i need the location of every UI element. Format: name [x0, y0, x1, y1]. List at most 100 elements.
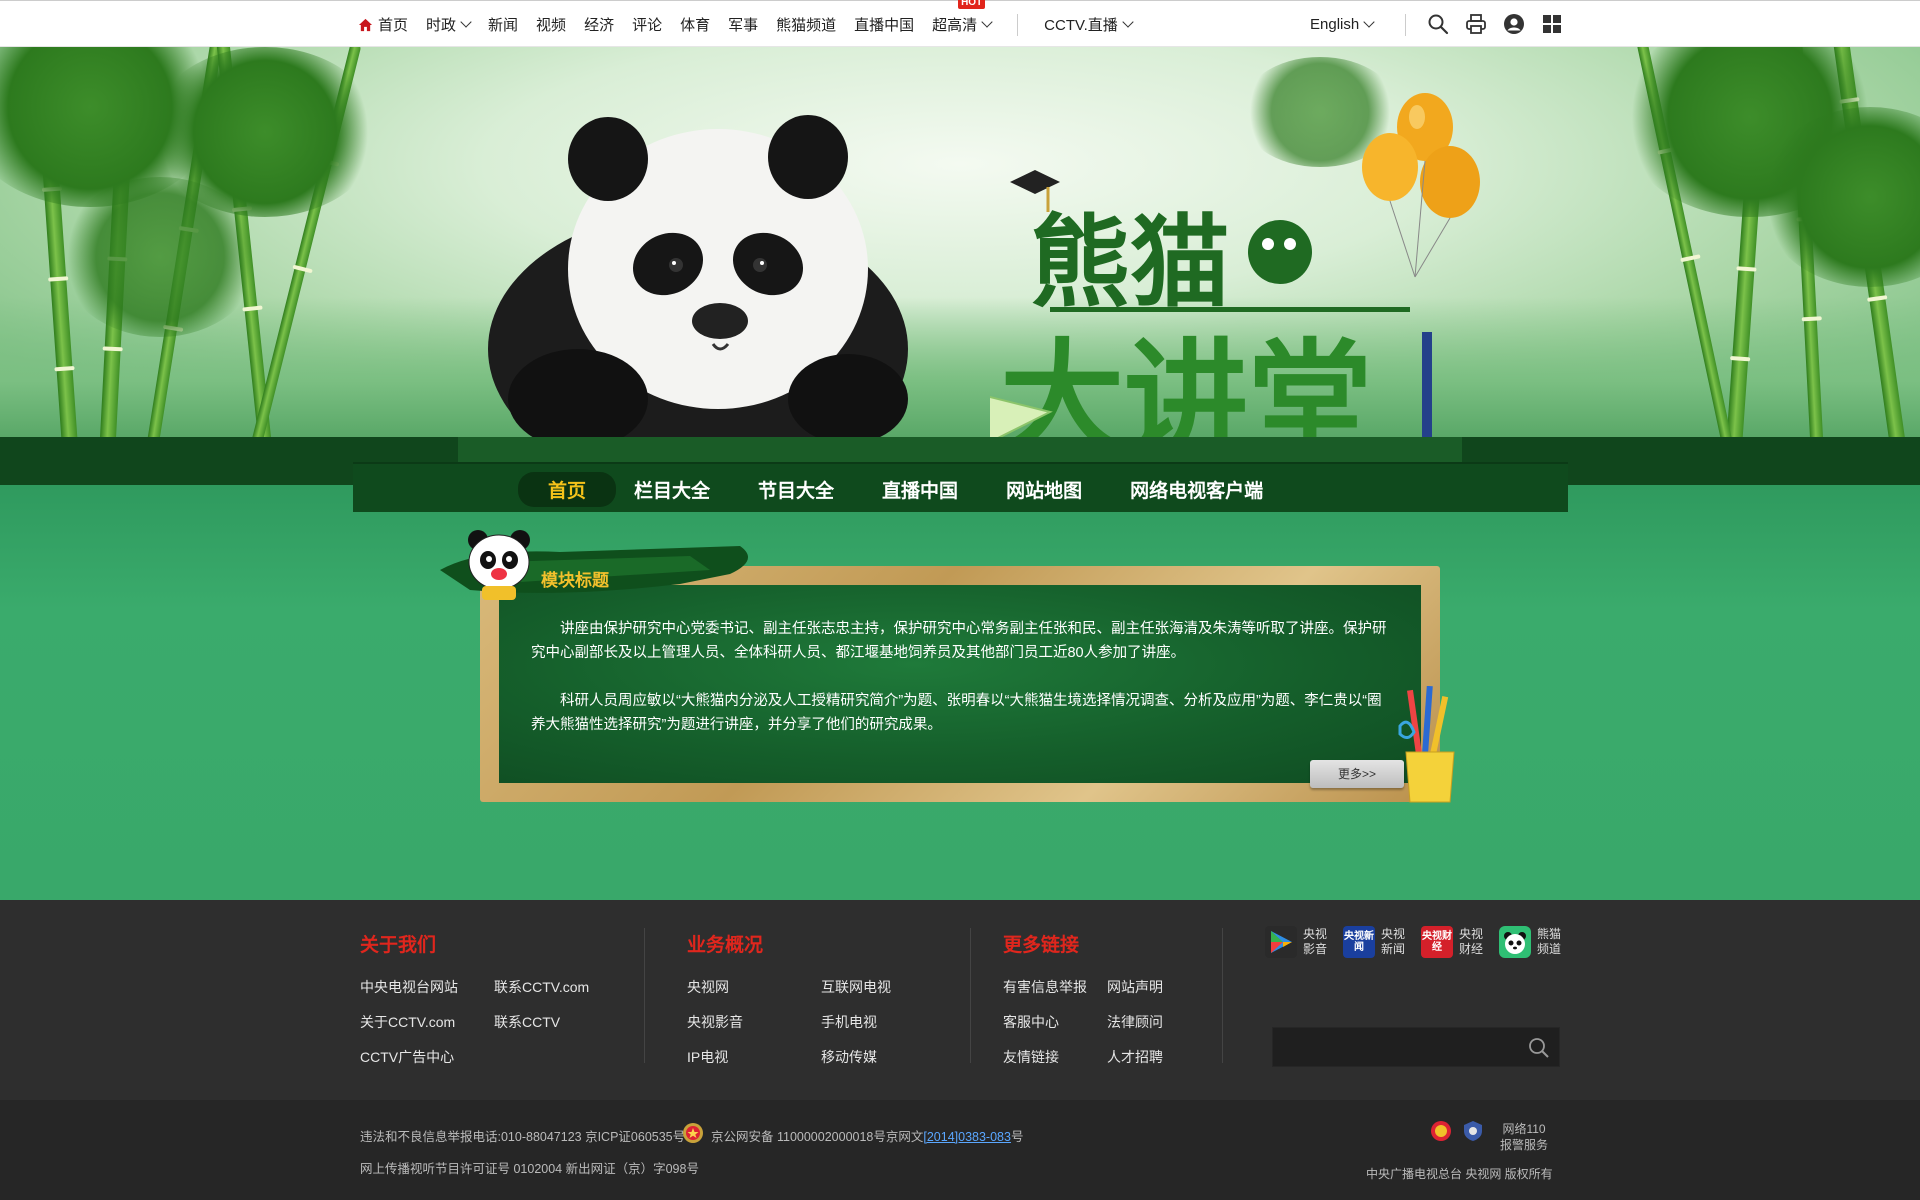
app-link-cctv-video[interactable]: 央视 影音	[1265, 926, 1329, 958]
top-nav-uhd[interactable]: 超高清 HOT	[932, 0, 993, 35]
top-nav-economy[interactable]: 经济	[584, 14, 614, 35]
panda-illustration	[488, 115, 908, 437]
top-nav-panda[interactable]: 熊猫频道	[776, 14, 836, 35]
footer-link[interactable]: 人才招聘	[1107, 1047, 1211, 1067]
footer-links: 中央电视台网站 联系CCTV.com 关于CCTV.com 联系CCTV CCT…	[360, 977, 628, 1067]
app-link-panda-channel[interactable]: 熊猫 频道	[1499, 926, 1563, 958]
cctv-news-app-icon: 央视新闻	[1343, 926, 1375, 958]
hot-badge: HOT	[958, 0, 986, 9]
main-nav-programs[interactable]: 节目大全	[758, 476, 834, 503]
top-nav-label: 熊猫频道	[776, 17, 837, 34]
home-icon	[358, 18, 373, 31]
user-icon[interactable]	[1503, 13, 1525, 35]
hero-banner: 熊猫 大讲堂	[0, 47, 1920, 437]
divider	[1017, 13, 1019, 36]
footer-column-title: 关于我们	[360, 935, 437, 956]
top-nav-live-china[interactable]: 直播中国	[854, 14, 914, 35]
more-button[interactable]: 更多>>	[1310, 760, 1404, 788]
footer-links: 央视网 互联网电视 央视影音 手机电视 IP电视 移动传媒	[687, 977, 955, 1067]
top-nav-label: 直播中国	[854, 17, 915, 34]
top-nav-sports[interactable]: 体育	[680, 14, 710, 35]
police-shield-icon[interactable]	[1462, 1120, 1484, 1142]
footer-link[interactable]: 中央电视台网站	[360, 977, 494, 997]
top-nav-label: 超高清	[932, 17, 978, 34]
footer-link[interactable]: 法律顾问	[1107, 1012, 1211, 1032]
main-nav-live-china[interactable]: 直播中国	[882, 476, 958, 503]
license-link[interactable]: [2014]0383-083	[923, 1130, 1011, 1144]
top-nav-label: 视频	[536, 17, 567, 34]
footer-search	[1272, 1027, 1560, 1067]
balloons-illustration	[1362, 93, 1480, 278]
top-nav-home[interactable]: 首页	[358, 14, 408, 35]
search-icon[interactable]	[1427, 13, 1449, 35]
footer-link[interactable]: 网站声明	[1107, 977, 1211, 997]
footer-link[interactable]: 移动传媒	[821, 1047, 955, 1067]
footer-divider	[644, 928, 645, 1063]
footer-links: 有害信息举报 网站声明 客服中心 法律顾问 友情链接 人才招聘	[1003, 977, 1211, 1067]
main-nav-items: 首页 栏目大全 节目大全 直播中国 网站地图 网络电视客户端	[518, 464, 1311, 514]
cyber-police-line: 报警服务	[1500, 1138, 1549, 1152]
search-input[interactable]	[1273, 1028, 1513, 1066]
footer-link[interactable]: 联系CCTV.com	[494, 977, 628, 997]
footer-link[interactable]: 手机电视	[821, 1012, 955, 1032]
module-title: 模块标题	[541, 571, 609, 590]
footer-link[interactable]: 央视影音	[687, 1012, 821, 1032]
top-nav-video[interactable]: 视频	[536, 14, 566, 35]
panda-channel-app-icon	[1499, 926, 1531, 958]
main-nav-client[interactable]: 网络电视客户端	[1130, 476, 1263, 503]
search-icon[interactable]	[1527, 1036, 1551, 1060]
footer-column-business: 业务概况 央视网 互联网电视 央视影音 手机电视 IP电视 移动传媒	[687, 930, 955, 1067]
app-link-cctv-finance[interactable]: 央视财经 央视 财经	[1421, 926, 1485, 958]
chevron-down-icon	[460, 16, 472, 28]
top-nav-label: CCTV.直播	[1044, 17, 1118, 34]
footer-link[interactable]: IP电视	[687, 1047, 821, 1067]
top-nav-politics[interactable]: 时政	[426, 14, 472, 35]
cctv-video-app-icon	[1265, 926, 1297, 958]
divider	[1405, 14, 1406, 36]
report-phone-text: 违法和不良信息举报电话:010-88047123 京ICP证060535号	[360, 1130, 686, 1144]
top-nav-label: 时政	[426, 17, 457, 34]
cyber-police-text[interactable]: 网络110 报警服务	[1500, 1121, 1548, 1153]
grid-apps-icon[interactable]	[1541, 13, 1563, 35]
app-label: 央视 影音	[1303, 927, 1328, 956]
top-nav-news[interactable]: 新闻	[488, 14, 518, 35]
blackboard: 讲座由保护研究中心党委书记、副主任张志忠主持，保护研究中心常务副主任张和民、副主…	[499, 585, 1421, 783]
footer-link[interactable]: 联系CCTV	[494, 1012, 628, 1032]
bamboo-leaves	[60, 177, 260, 337]
footer-link[interactable]: CCTV广告中心	[360, 1047, 494, 1067]
footer-link[interactable]: 友情链接	[1003, 1047, 1107, 1067]
footer-link[interactable]: 央视网	[687, 977, 821, 997]
app-label: 央视 财经	[1459, 927, 1484, 956]
public-security-prefix: 京公网安备 11000002000018号京网文	[711, 1130, 924, 1144]
footer-link[interactable]: 关于CCTV.com	[360, 1012, 494, 1032]
chevron-down-icon	[1122, 16, 1134, 28]
app-label: 熊猫 频道	[1537, 927, 1562, 956]
footer-link[interactable]: 互联网电视	[821, 977, 955, 997]
license-text: 网上传播视听节目许可证号 0102004 新出网证（京）字098号	[360, 1162, 699, 1176]
top-nav-label: 新闻	[488, 17, 519, 34]
top-bar: 首页 时政 新闻 视频 经济 评论 体育 军事 熊猫频道 直播中国 超高清 HO…	[0, 0, 1920, 47]
top-nav-cctv-live[interactable]: CCTV.直播	[1044, 14, 1134, 35]
national-emblem-icon[interactable]	[1430, 1120, 1452, 1142]
footer-column-more: 更多链接 有害信息举报 网站声明 客服中心 法律顾问 友情链接 人才招聘	[1003, 930, 1211, 1067]
footer-divider	[1222, 928, 1223, 1063]
footer-link[interactable]: 客服中心	[1003, 1012, 1107, 1032]
language-switch[interactable]: English	[1310, 1, 1375, 48]
top-nav-label: 经济	[584, 17, 615, 34]
print-icon[interactable]	[1465, 13, 1487, 35]
top-nav-military[interactable]: 军事	[728, 14, 758, 35]
banner-title-line2: 大讲堂	[1000, 328, 1372, 437]
language-label: English	[1310, 16, 1360, 33]
bottom-bar	[0, 1100, 1920, 1200]
toolbar	[1427, 13, 1563, 35]
main-nav-columns[interactable]: 栏目大全	[634, 476, 710, 503]
footer-link[interactable]: 有害信息举报	[1003, 977, 1107, 997]
app-link-cctv-news[interactable]: 央视新闻 央视 新闻	[1343, 926, 1407, 958]
main-nav-home[interactable]: 首页	[518, 471, 617, 507]
footer-column-about: 关于我们 中央电视台网站 联系CCTV.com 关于CCTV.com 联系CCT…	[360, 930, 628, 1067]
main-nav-sitemap[interactable]: 网站地图	[1006, 476, 1082, 503]
footer-column-title: 业务概况	[687, 935, 764, 956]
top-nav-comment[interactable]: 评论	[632, 14, 662, 35]
banner-title-line1: 熊猫	[1030, 204, 1230, 321]
panda-mascot-icon	[468, 530, 530, 600]
